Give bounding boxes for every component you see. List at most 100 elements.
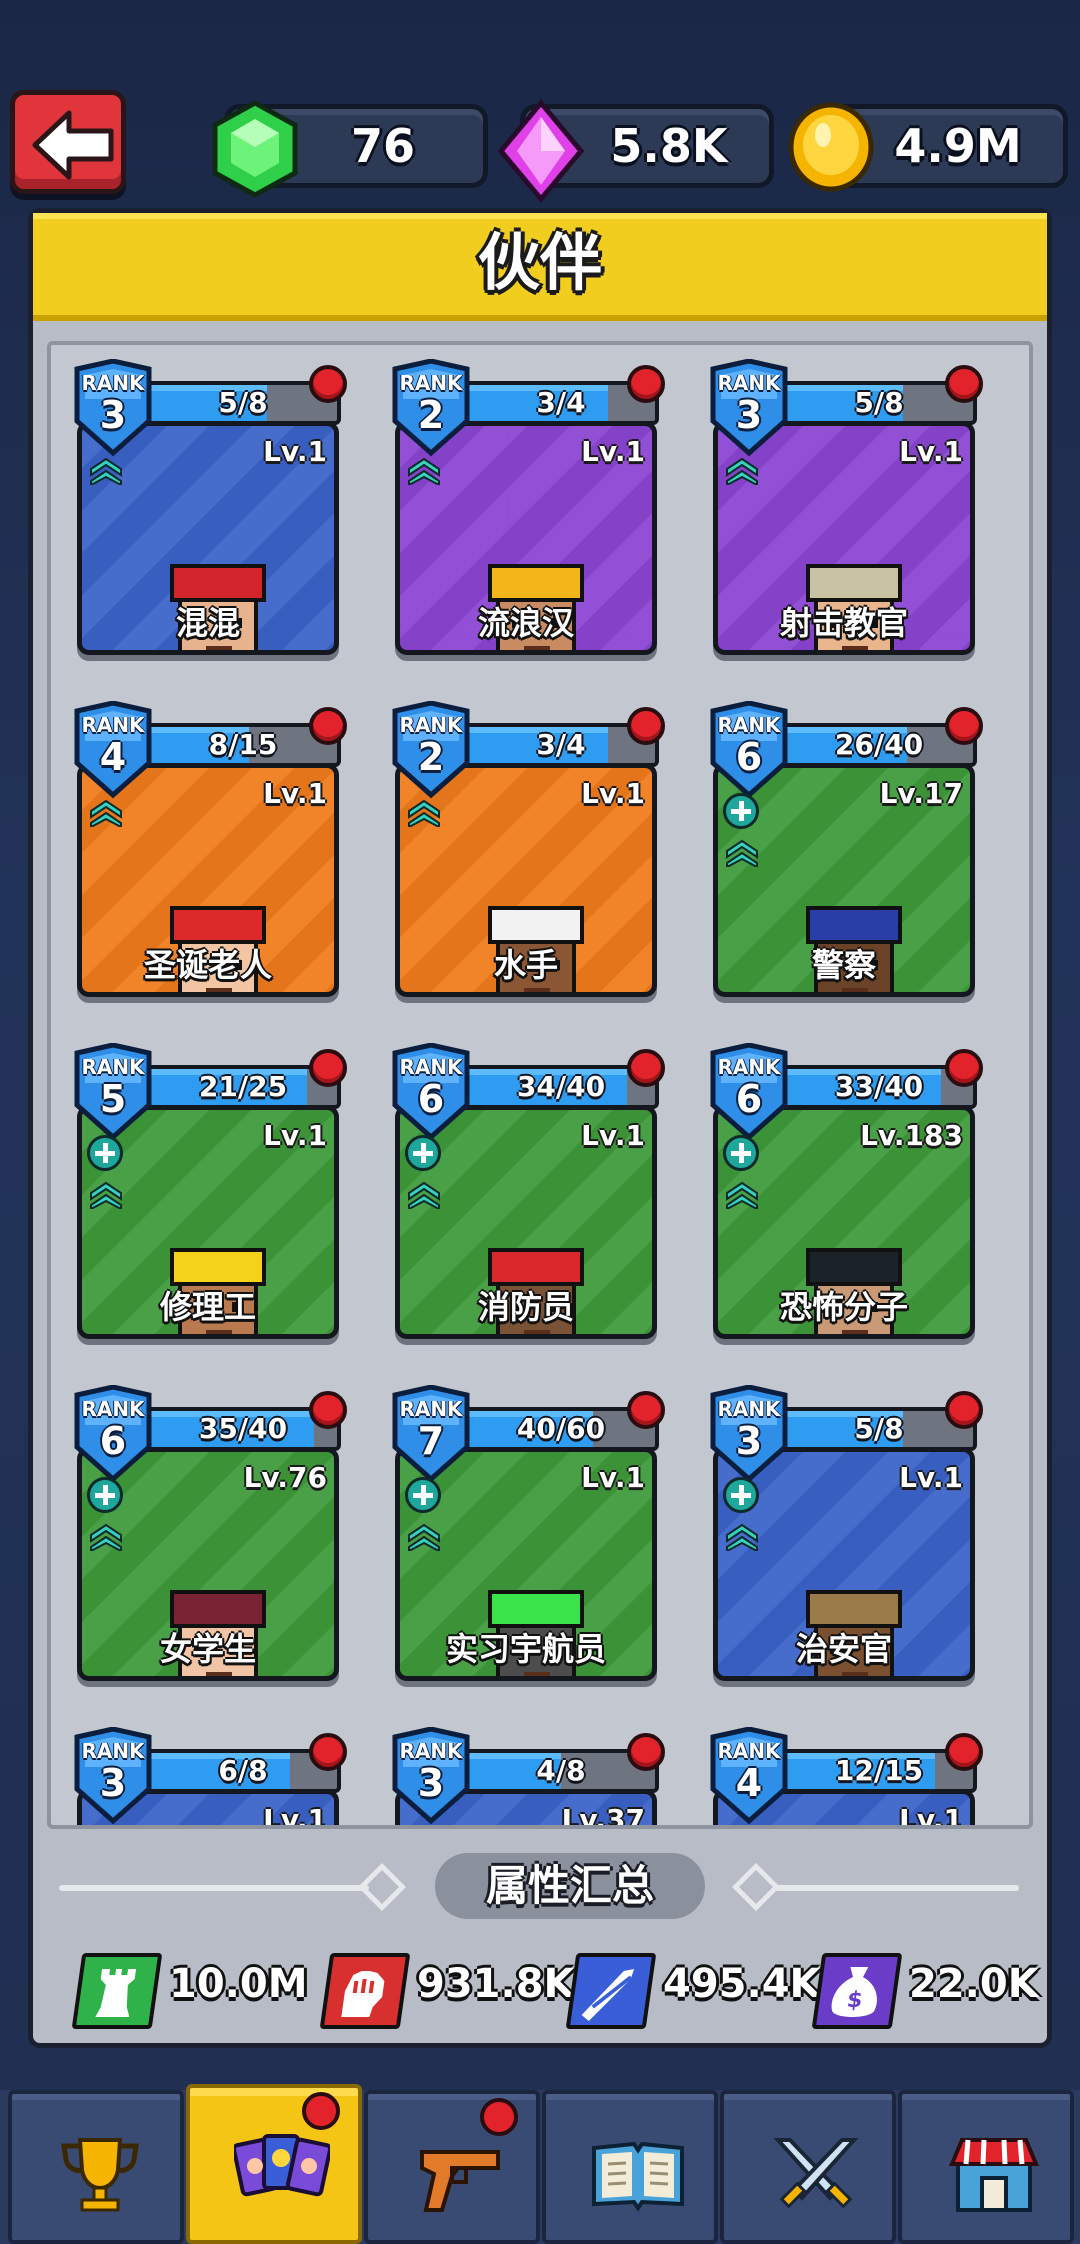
card-level: Lv.1 (581, 435, 645, 468)
rank-up-chevron-icon (725, 1823, 759, 1829)
upgrade-plus-icon[interactable] (723, 1135, 759, 1171)
card-level: Lv.1 (263, 435, 327, 468)
rank-number: 6 (417, 1077, 445, 1121)
partner-card[interactable]: 圣诞老人 8/15 RANK 4 Lv.1 (71, 701, 347, 1001)
card-level: Lv.1 (581, 1119, 645, 1152)
rank-label: RANK (399, 713, 463, 737)
card-name: 女学生 (159, 1630, 256, 1668)
partner-card[interactable]: 6/8 RANK 3 Lv.1 (71, 1727, 347, 1829)
rank-up-chevron-icon (407, 1823, 441, 1829)
shard-progress-text: 6/8 (218, 1754, 268, 1787)
partner-card[interactable]: 警察 26/40 RANK 6 Lv.17 (707, 701, 983, 1001)
nav-tab-pistol[interactable] (364, 2090, 540, 2244)
card-level: Lv.37 (561, 1803, 645, 1829)
nav-tab-book[interactable] (542, 2090, 718, 2244)
rank-up-chevron-icon (90, 799, 122, 827)
card-level: Lv.1 (899, 1803, 963, 1829)
fist-icon (319, 1953, 411, 2029)
partner-card[interactable]: 治安官 5/8 RANK 3 Lv.1 (707, 1385, 983, 1685)
gem-counter[interactable]: 76 (212, 100, 488, 198)
gem-value: 76 (350, 119, 415, 173)
upgrade-plus-icon[interactable] (723, 793, 759, 829)
nav-tab-shop[interactable] (898, 2090, 1074, 2244)
shard-progress-text: 5/8 (218, 386, 268, 419)
top-bar: 76 5.8K 4.9M (0, 0, 1080, 203)
card-name: 实习宇航员 (445, 1630, 606, 1668)
shard-progress-text: 4/8 (536, 1754, 586, 1787)
rank-up-chevron-icon (90, 1181, 122, 1209)
card-level: Lv.1 (581, 1461, 645, 1494)
rank-label: RANK (717, 1397, 781, 1421)
nav-tab-cards[interactable] (186, 2084, 362, 2244)
stat-auto-value: 495.4K (663, 1961, 821, 2007)
notification-dot (309, 1049, 347, 1087)
partner-card[interactable]: 修理工 21/25 RANK 5 Lv.1 (71, 1043, 347, 1343)
card-name: 射击教官 (779, 604, 908, 642)
partner-card[interactable]: 消防员 34/40 RANK 6 Lv.1 (389, 1043, 665, 1343)
rank-number: 2 (417, 735, 445, 779)
card-level: Lv.1 (263, 1803, 327, 1829)
partner-grid[interactable]: 混混 5/8 RANK 3 Lv.1 流浪汉 3/4 RANK 2 Lv.1 射… (47, 341, 1033, 1829)
rank-up-chevron-icon (726, 839, 758, 867)
rank-number: 3 (417, 1761, 445, 1805)
partner-card[interactable]: 水手 3/4 RANK 2 Lv.1 (389, 701, 665, 1001)
rank-number: 2 (417, 393, 445, 437)
diamond-ornament-left (357, 1862, 407, 1912)
notification-dot (627, 1733, 665, 1771)
shard-progress-text: 3/4 (536, 728, 586, 761)
rank-number: 6 (735, 1077, 763, 1121)
partner-card[interactable]: 女学生 35/40 RANK 6 Lv.76 (71, 1385, 347, 1685)
card-name: 水手 (493, 946, 558, 984)
diamond-ornament-right (731, 1862, 781, 1912)
partner-card[interactable]: 射击教官 5/8 RANK 3 Lv.1 (707, 359, 983, 659)
shard-progress-text: 40/60 (516, 1412, 606, 1445)
summary-divider-right (775, 1885, 1019, 1891)
coin-counter[interactable]: 4.9M (788, 102, 1068, 192)
rank-label: RANK (399, 1055, 463, 1079)
notification-dot (480, 2098, 518, 2136)
rank-label: RANK (81, 1397, 145, 1421)
crystal-counter[interactable]: 5.8K (497, 99, 774, 203)
card-level: Lv.1 (263, 1119, 327, 1152)
card-name: 消防员 (477, 1288, 574, 1326)
partner-card[interactable]: 恐怖分子 33/40 RANK 6 Lv.183 (707, 1043, 983, 1343)
card-name: 流浪汉 (477, 604, 574, 642)
stat-power-value: 10.0M (169, 1961, 308, 2007)
shard-progress-text: 12/15 (834, 1754, 924, 1787)
partner-card[interactable]: 实习宇航员 40/60 RANK 7 Lv.1 (389, 1385, 665, 1685)
card-name: 恐怖分子 (779, 1288, 908, 1326)
upgrade-plus-icon[interactable] (405, 1477, 441, 1513)
nav-tab-trophy[interactable] (8, 2090, 184, 2244)
notification-dot (309, 1733, 347, 1771)
summary-title: 属性汇总 (435, 1853, 705, 1919)
rank-up-chevron-icon (90, 1523, 122, 1551)
notification-dot (945, 365, 983, 403)
shard-progress-text: 34/40 (516, 1070, 606, 1103)
partners-panel: 伙伴 混混 5/8 RANK 3 Lv.1 流浪汉 3/4 RANK 2 Lv.… (28, 208, 1052, 2048)
attribute-summary: 属性汇总 10.0M 931.8K 495.4K $ 22.0K (47, 1853, 1039, 2043)
upgrade-plus-icon[interactable] (87, 1477, 123, 1513)
rank-up-chevron-icon (408, 1181, 440, 1209)
coin-value: 4.9M (894, 119, 1022, 173)
upgrade-plus-icon[interactable] (405, 1135, 441, 1171)
partner-card[interactable]: 混混 5/8 RANK 3 Lv.1 (71, 359, 347, 659)
notification-dot (309, 365, 347, 403)
card-level: Lv.1 (899, 1461, 963, 1494)
rank-label: RANK (81, 713, 145, 737)
rank-up-chevron-icon (408, 457, 440, 485)
notification-dot (945, 1049, 983, 1087)
partner-card[interactable]: 4/8 RANK 3 Lv.37 (389, 1727, 665, 1829)
back-button[interactable] (10, 90, 126, 194)
upgrade-plus-icon[interactable] (87, 1135, 123, 1171)
partner-card[interactable]: 流浪汉 3/4 RANK 2 Lv.1 (389, 359, 665, 659)
rank-up-chevron-icon (726, 1523, 758, 1551)
rank-number: 6 (99, 1419, 127, 1463)
rank-up-chevron-icon (89, 1823, 123, 1829)
rank-up-chevron-icon (408, 799, 440, 827)
rank-label: RANK (399, 371, 463, 395)
nav-tab-crossed-swords[interactable] (720, 2090, 896, 2244)
upgrade-plus-icon[interactable] (723, 1477, 759, 1513)
partner-card[interactable]: 12/15 RANK 4 Lv.1 (707, 1727, 983, 1829)
rank-number: 4 (735, 1761, 763, 1805)
notification-dot (627, 1049, 665, 1087)
